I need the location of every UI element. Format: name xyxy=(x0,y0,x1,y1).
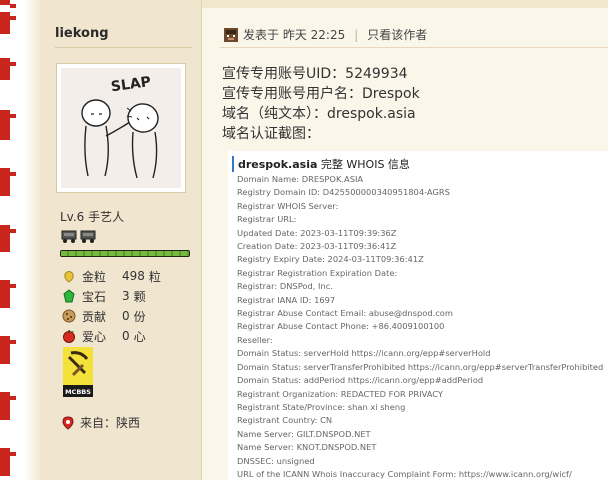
decorative-stripe xyxy=(10,4,16,8)
stat-label: 金粒 xyxy=(82,269,107,284)
decorative-stripe xyxy=(0,110,10,140)
whois-record-line: Domain Status: serverTransferProhibited … xyxy=(237,361,604,372)
whois-record-line: URL of the ICANN Whois Inaccuracy Compla… xyxy=(237,468,572,479)
stat-contribution: 贡献 0 份 xyxy=(62,306,161,326)
apple-icon xyxy=(63,330,75,343)
whois-record-line: Name Server: KNOT.DNSPOD.NET xyxy=(237,442,377,453)
whois-title: drespok.asia 完整 WHOIS 信息 xyxy=(232,156,410,172)
decorative-stripe xyxy=(0,336,10,364)
whois-record-line: Domain Name: DRESPOK.ASIA xyxy=(237,174,364,184)
divider xyxy=(220,47,608,48)
stat-unit: 粒 xyxy=(148,269,161,284)
whois-record-line: Registrar: DNSPod, Inc. xyxy=(237,281,333,292)
stat-value: 498 xyxy=(122,269,145,283)
post-meta: 发表于 昨天 22:25 | 只看该作者 xyxy=(224,26,427,43)
post-header-bar xyxy=(202,0,608,8)
user-location: 来自：陕西 xyxy=(62,414,140,431)
mcbbs-badge-icon[interactable]: MCBBS xyxy=(63,347,93,397)
whois-record-line: Updated Date: 2023-03-11T09:39:36Z xyxy=(237,227,397,238)
post-timestamp: 发表于 昨天 22:25 xyxy=(243,28,346,42)
stat-love: 爱心 0 心 xyxy=(62,326,161,346)
stat-gold: 金粒 498 粒 xyxy=(62,266,161,286)
decorative-stripe xyxy=(10,340,16,344)
whois-record-line: Registrant Organization: REDACTED FOR PR… xyxy=(237,388,443,399)
badge-label: MCBBS xyxy=(65,388,91,396)
decorative-stripe xyxy=(10,229,16,233)
post-line-username: 宣传专用账号用户名：Drespok xyxy=(222,86,420,102)
view-author-only-link[interactable]: 只看该作者 xyxy=(367,26,427,43)
divider xyxy=(55,47,192,48)
level-icons xyxy=(61,229,96,243)
post-body: 宣传专用账号UID：5249934 宣传专用账号用户名：Drespok 域名（纯… xyxy=(222,64,420,144)
decorative-stripe xyxy=(0,280,10,308)
decorative-stripe xyxy=(10,16,16,20)
whois-record-line: Creation Date: 2023-03-11T09:36:41Z xyxy=(237,241,397,252)
whois-record-line: Registrar Abuse Contact Email: abuse@dns… xyxy=(237,308,453,319)
whois-record-line: Name Server: GILT.DNSPOD.NET xyxy=(237,428,371,439)
minecart-icon xyxy=(61,230,77,243)
decorative-stripe xyxy=(0,225,10,252)
stat-value: 0 xyxy=(122,309,130,323)
cookie-icon xyxy=(62,309,76,323)
stat-gems: 宝石 3 颗 xyxy=(62,286,161,306)
stat-unit: 份 xyxy=(133,309,146,324)
whois-record-line: Registrar URL: xyxy=(237,214,297,225)
stat-value: 0 xyxy=(122,329,130,343)
whois-record-list: Domain Name: DRESPOK.ASIA Registry Domain… xyxy=(237,173,603,480)
user-avatar-mini-icon xyxy=(224,27,238,42)
avatar-image: SLAP xyxy=(61,68,181,188)
decorative-stripe xyxy=(10,284,16,288)
whois-record-line: Registry Expiry Date: 2024-03-11T09:36:4… xyxy=(237,254,424,265)
whois-record-line: Registrar WHOIS Server: xyxy=(237,200,339,211)
post-line-screenshot-label: 域名认证截图： xyxy=(222,126,320,142)
meta-separator: | xyxy=(354,27,359,42)
decorative-edge xyxy=(24,0,40,480)
whois-record-line: Registrant State/Province: shan xi sheng xyxy=(237,401,406,412)
whois-record-line: Domain Status: serverHold https://icann.… xyxy=(237,348,491,359)
decorative-stripe xyxy=(0,448,10,476)
minecart-icon xyxy=(80,230,96,243)
whois-record-line: Reseller: xyxy=(237,334,273,345)
user-stats: 金粒 498 粒 宝石 3 颗 贡献 0 份 爱心 0 心 xyxy=(62,266,161,346)
stat-label: 宝石 xyxy=(82,289,107,304)
whois-record-line: Registrar Registration Expiration Date: xyxy=(237,267,398,278)
decorative-stripe xyxy=(0,168,10,196)
decorative-stripe xyxy=(0,392,10,420)
stat-value: 3 xyxy=(122,289,130,303)
post-line-domain: 域名（纯文本）：drespok.asia xyxy=(222,106,416,122)
emerald-icon xyxy=(63,289,75,303)
whois-record-line: Registry Domain ID: D425500000340951804-… xyxy=(237,187,450,198)
whois-title-suffix: 完整 WHOIS 信息 xyxy=(317,158,410,171)
decorative-stripe xyxy=(10,114,16,118)
post-line-uid: 宣传专用账号UID：5249934 xyxy=(222,66,408,82)
stat-unit: 心 xyxy=(133,329,146,344)
username-link[interactable]: liekong xyxy=(55,26,109,41)
whois-record-line: Registrant Country: CN xyxy=(237,415,333,426)
whois-record-line: DNSSEC: unsigned xyxy=(237,455,315,466)
whois-screenshot[interactable]: drespok.asia 完整 WHOIS 信息 Domain Name: DR… xyxy=(228,151,608,480)
decorative-stripe xyxy=(0,0,10,5)
decorative-stripe xyxy=(10,172,16,176)
stat-unit: 颗 xyxy=(133,289,146,304)
level-progress-fill xyxy=(61,251,189,256)
whois-domain: drespok.asia xyxy=(238,158,318,171)
stat-label: 爱心 xyxy=(82,329,107,344)
avatar[interactable]: SLAP xyxy=(56,63,186,193)
level-progress-bar xyxy=(60,250,190,257)
decorative-stripe xyxy=(0,12,10,34)
user-level: Lv.6 手艺人 xyxy=(60,210,125,224)
location-text: 来自：陕西 xyxy=(80,416,141,430)
decorative-stripe xyxy=(10,62,16,66)
whois-record-line: Registrar IANA ID: 1697 xyxy=(237,294,336,305)
whois-record-line: Domain Status: addPeriod https://icann.o… xyxy=(237,375,484,386)
decorative-stripe xyxy=(0,58,10,80)
decorative-stripe xyxy=(10,396,16,400)
stat-label: 贡献 xyxy=(82,309,107,324)
location-pin-icon xyxy=(62,415,74,430)
user-info-panel: liekong SLAP Lv.6 手艺人 金粒 498 粒 宝石 3 颗 贡献… xyxy=(40,0,202,480)
whois-record-line: Registrar Abuse Contact Phone: +86.40091… xyxy=(237,321,445,332)
decorative-stripe xyxy=(10,452,16,456)
gold-nugget-icon xyxy=(64,271,74,283)
